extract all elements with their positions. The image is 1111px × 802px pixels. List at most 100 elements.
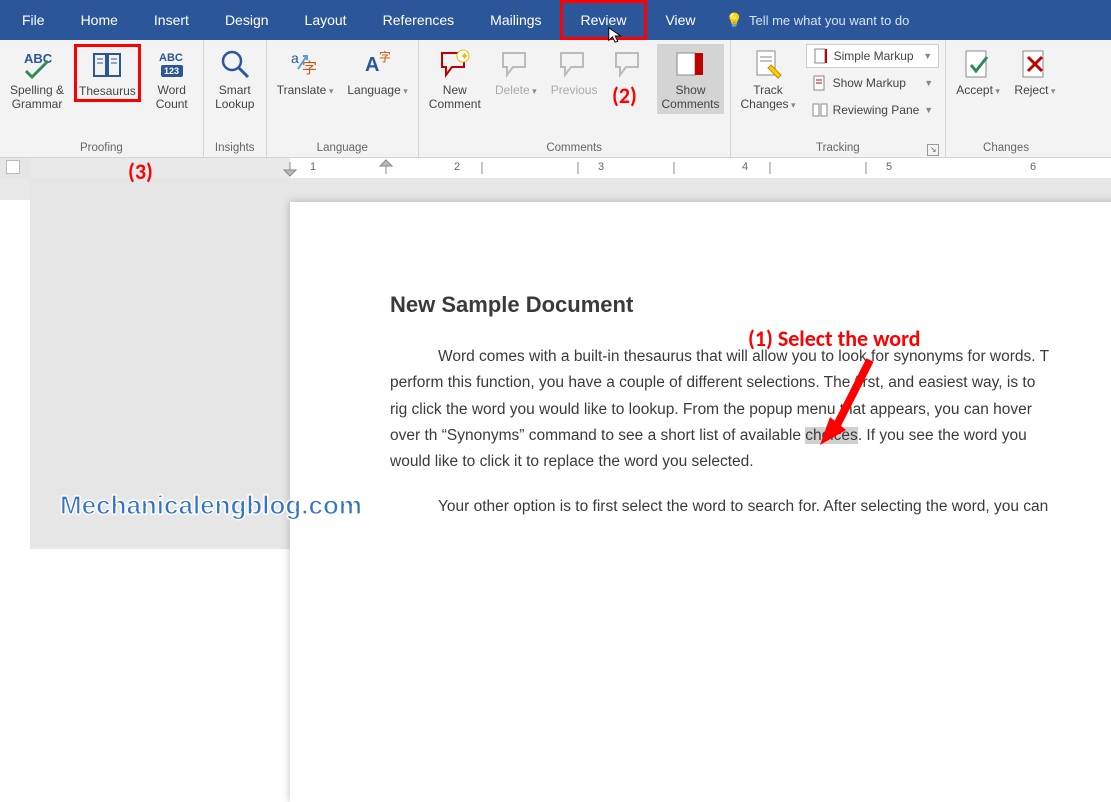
simple-markup-dropdown[interactable]: Simple Markup ▼: [806, 44, 940, 68]
new-comment-label: New Comment: [429, 84, 481, 112]
group-proofing: ABC Spelling & Grammar Thesaurus ABC 123 …: [0, 40, 204, 157]
markup-doc-icon: [813, 48, 829, 64]
ruler-number: 6: [1030, 161, 1036, 173]
show-comments-icon: [672, 46, 708, 82]
document-title: New Sample Document: [390, 292, 1050, 318]
accept-button[interactable]: Accept: [952, 44, 1004, 100]
new-comment-button[interactable]: ✦ New Comment: [425, 44, 485, 114]
reviewing-pane-dropdown[interactable]: Reviewing Pane ▼: [806, 98, 940, 122]
svg-text:✦: ✦: [460, 51, 469, 63]
previous-comment-icon: [556, 46, 592, 82]
tracking-dialog-launcher[interactable]: ↘: [927, 144, 939, 156]
group-label-insights: Insights: [210, 139, 260, 157]
show-comments-button[interactable]: Show Comments: [657, 44, 723, 114]
word-count-button[interactable]: ABC 123 Word Count: [147, 44, 197, 114]
vertical-ruler[interactable]: [0, 178, 30, 549]
group-label-changes: Changes: [952, 139, 1060, 157]
reject-button[interactable]: Reject: [1010, 44, 1060, 100]
mouse-cursor-icon: [607, 26, 625, 44]
group-changes: Accept Reject Changes: [946, 40, 1066, 157]
document-page[interactable]: New Sample Document Word comes with a bu…: [290, 202, 1111, 802]
chevron-down-icon: ▼: [924, 78, 933, 88]
tab-review[interactable]: Review: [560, 0, 648, 40]
svg-text:ABC: ABC: [159, 52, 183, 64]
tab-design[interactable]: Design: [207, 0, 287, 40]
group-label-language: Language: [273, 139, 412, 157]
svg-text:字: 字: [302, 60, 317, 77]
horizontal-ruler[interactable]: 1 2 3 4 5 6: [30, 158, 1111, 178]
track-changes-icon: [750, 46, 786, 82]
new-comment-icon: ✦: [437, 46, 473, 82]
next-comment-button[interactable]: [607, 44, 651, 86]
annotation-three: (3): [128, 158, 153, 185]
language-button[interactable]: A字 Language: [343, 44, 411, 100]
smart-lookup-icon: [217, 46, 253, 82]
simple-markup-label: Simple Markup: [834, 49, 919, 63]
language-label: Language: [347, 84, 407, 98]
smart-lookup-button[interactable]: Smart Lookup: [210, 44, 260, 114]
thesaurus-button[interactable]: Thesaurus: [74, 44, 141, 102]
word-count-label: Word Count: [156, 84, 188, 112]
tab-layout[interactable]: Layout: [287, 0, 365, 40]
reject-label: Reject: [1014, 84, 1055, 98]
ruler-number: 5: [886, 161, 892, 173]
ruler-number: 4: [742, 161, 748, 173]
show-markup-label: Show Markup: [833, 76, 920, 90]
tracking-options: Simple Markup ▼ Show Markup ▼ Reviewing …: [806, 44, 940, 122]
paragraph: Word comes with a built-in thesaurus tha…: [390, 344, 1050, 476]
translate-button[interactable]: a字 Translate: [273, 44, 338, 100]
svg-text:123: 123: [164, 66, 179, 76]
smart-lookup-label: Smart Lookup: [215, 84, 254, 112]
language-icon: A字: [360, 46, 396, 82]
svg-text:字: 字: [379, 49, 391, 64]
ruler-number: 3: [598, 161, 604, 173]
tab-view[interactable]: View: [647, 0, 713, 40]
group-comments: ✦ New Comment Delete Previous: [419, 40, 731, 157]
paragraph: Your other option is to first select the…: [390, 494, 1050, 520]
ruler-number: 2: [454, 161, 460, 173]
group-label-tracking: Tracking ↘: [737, 139, 940, 157]
ruler-ticks: [30, 158, 1111, 178]
translate-label: Translate: [277, 84, 334, 98]
spelling-grammar-button[interactable]: ABC Spelling & Grammar: [6, 44, 68, 114]
svg-text:A: A: [365, 54, 379, 76]
tab-mailings[interactable]: Mailings: [472, 0, 559, 40]
group-label-proofing: Proofing: [6, 139, 197, 157]
watermark-text: Mechanicalengblog.com: [60, 490, 362, 521]
tab-insert[interactable]: Insert: [136, 0, 207, 40]
delete-comment-label: Delete: [495, 84, 537, 98]
svg-text:a: a: [291, 50, 299, 66]
group-insights: Smart Lookup Insights: [204, 40, 267, 157]
track-changes-label: Track Changes: [741, 84, 796, 112]
delete-comment-button[interactable]: Delete: [491, 44, 541, 100]
ruler-corner-icon: [6, 160, 20, 174]
accept-icon: [960, 46, 996, 82]
group-language: a字 Translate A字 Language Language: [267, 40, 419, 157]
svg-text:ABC: ABC: [24, 51, 53, 66]
tab-home[interactable]: Home: [63, 0, 136, 40]
ribbon: ABC Spelling & Grammar Thesaurus ABC 123 …: [0, 40, 1111, 158]
previous-comment-label: Previous: [551, 84, 598, 98]
tell-me-search[interactable]: 💡 Tell me what you want to do: [726, 12, 910, 29]
thesaurus-label: Thesaurus: [79, 85, 136, 99]
next-comment-icon: [611, 46, 647, 82]
spelling-icon: ABC: [19, 46, 55, 82]
lightbulb-icon: 💡: [726, 12, 743, 29]
show-markup-dropdown[interactable]: Show Markup ▼: [806, 71, 940, 95]
translate-icon: a字: [287, 46, 323, 82]
track-changes-button[interactable]: Track Changes: [737, 44, 800, 114]
chevron-down-icon: ▼: [924, 105, 933, 115]
chevron-down-icon: ▼: [923, 51, 932, 61]
delete-comment-icon: [498, 46, 534, 82]
tab-references[interactable]: References: [365, 0, 473, 40]
annotation-two: (2): [612, 82, 637, 109]
annotation-arrow-icon: [820, 355, 890, 455]
tell-me-placeholder: Tell me what you want to do: [749, 13, 909, 28]
previous-comment-button[interactable]: Previous: [547, 44, 602, 100]
thesaurus-icon: [89, 47, 125, 83]
tab-file[interactable]: File: [4, 0, 63, 40]
annotation-one: (1) Select the word: [748, 325, 920, 352]
reject-icon: [1017, 46, 1053, 82]
reviewing-pane-icon: [812, 102, 828, 118]
accept-label: Accept: [956, 84, 1000, 98]
